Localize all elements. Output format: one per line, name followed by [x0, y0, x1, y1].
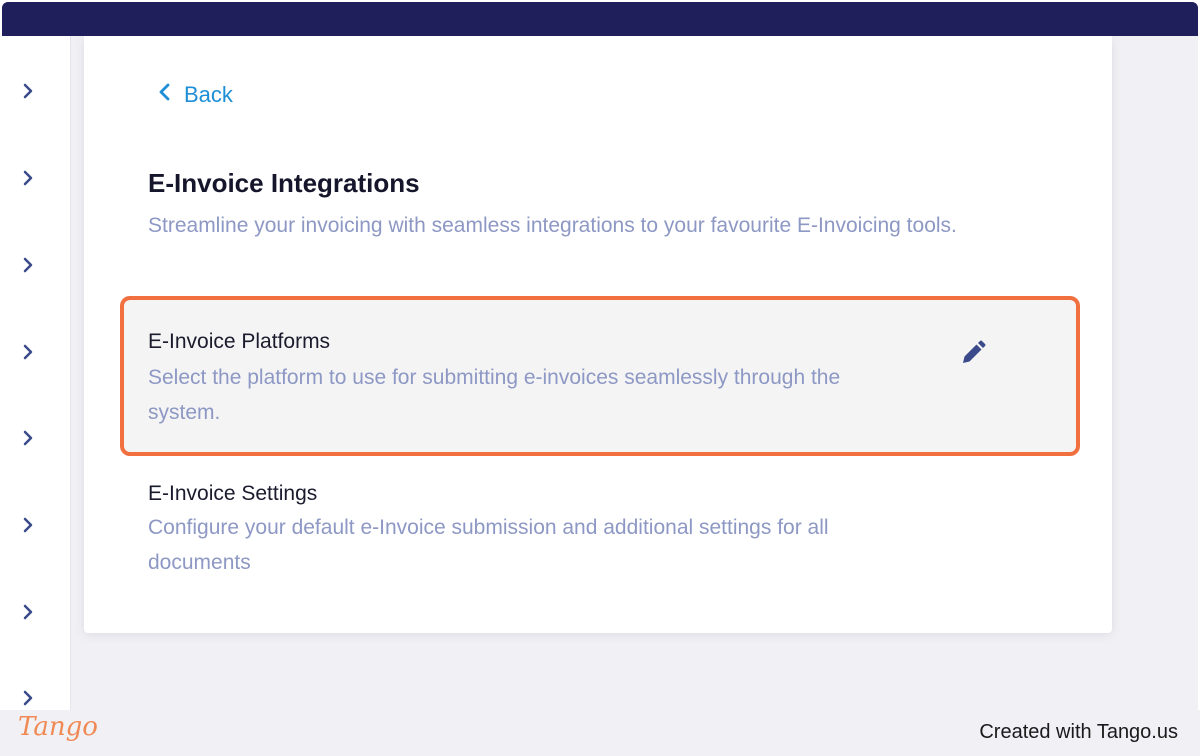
- tango-footer: Tango Created with Tango.us: [0, 710, 1200, 756]
- tango-logo: Tango: [18, 712, 98, 742]
- page-title: E-Invoice Integrations: [148, 168, 420, 198]
- section-description: Select the platform to use for submittin…: [148, 366, 841, 424]
- section-title: E-Invoice Platforms: [148, 330, 331, 353]
- sidebar-expand-chevron-icon[interactable]: [18, 342, 38, 362]
- e-invoice-platforms-section[interactable]: E-Invoice Platforms Select the platform …: [120, 296, 1080, 456]
- sidebar-expand-chevron-icon[interactable]: [18, 515, 38, 535]
- section-description: Configure your default e-Invoice submiss…: [148, 516, 829, 574]
- sidebar-expand-chevron-icon[interactable]: [18, 688, 38, 708]
- screenshot-frame: Back E-Invoice Integrations Streamline y…: [0, 0, 1200, 756]
- settings-card: Back E-Invoice Integrations Streamline y…: [84, 36, 1112, 633]
- page-subtitle: Streamline your invoicing with seamless …: [148, 214, 957, 237]
- e-invoice-settings-section[interactable]: E-Invoice Settings Configure your defaul…: [120, 476, 1080, 586]
- back-link[interactable]: Back: [158, 82, 233, 108]
- back-link-label: Back: [184, 82, 233, 107]
- pencil-icon: [959, 339, 987, 372]
- top-header-bar: [2, 2, 1198, 36]
- sidebar-expand-chevron-icon[interactable]: [18, 81, 38, 101]
- sidebar-expand-chevron-icon[interactable]: [18, 168, 38, 188]
- sidebar-expand-chevron-icon[interactable]: [18, 255, 38, 275]
- footer-credit: Created with Tango.us: [979, 721, 1178, 743]
- sidebar: [2, 36, 71, 710]
- section-title: E-Invoice Settings: [148, 482, 318, 505]
- edit-button[interactable]: [956, 338, 990, 372]
- sidebar-expand-chevron-icon[interactable]: [18, 428, 38, 448]
- sidebar-expand-chevron-icon[interactable]: [18, 602, 38, 622]
- app-area: Back E-Invoice Integrations Streamline y…: [2, 36, 1198, 710]
- chevron-left-icon: [158, 82, 170, 108]
